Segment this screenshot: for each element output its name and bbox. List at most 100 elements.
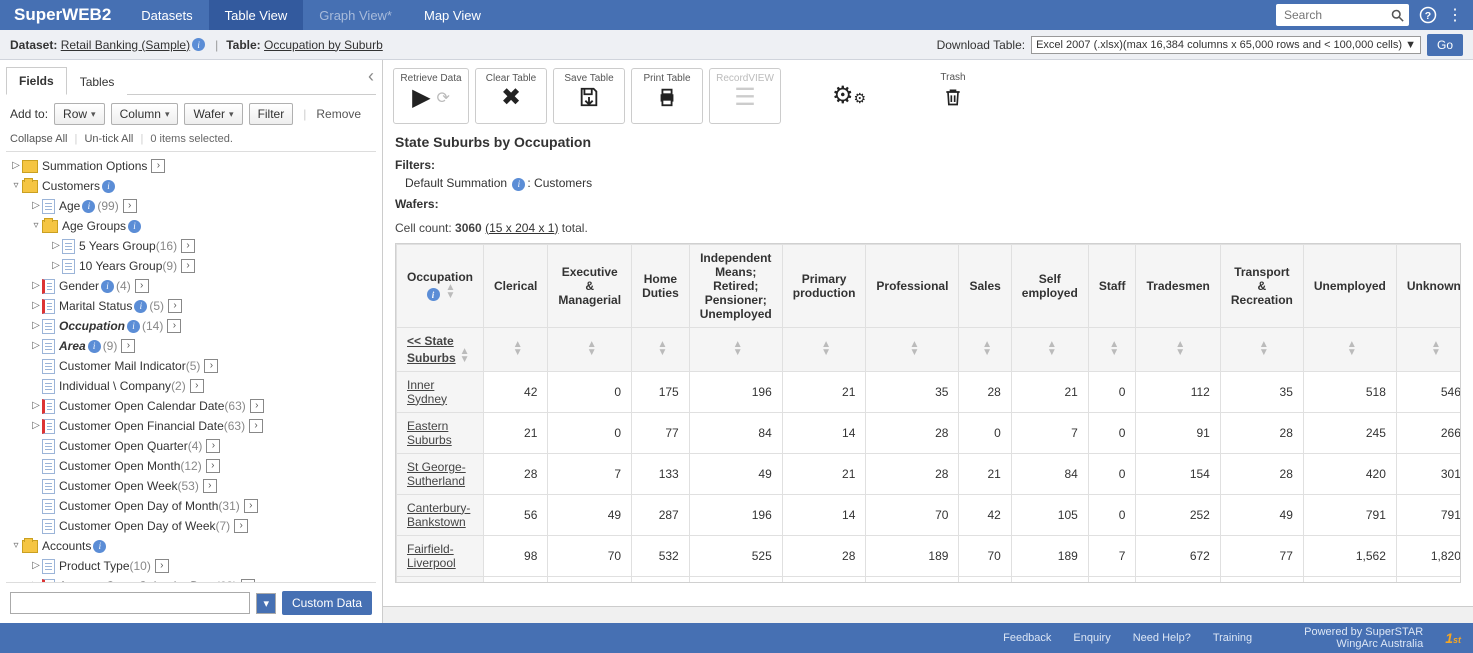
untick-all-link[interactable]: Un-tick All: [84, 133, 133, 145]
go-icon[interactable]: ›: [167, 319, 181, 333]
info-bar: Dataset: Retail Banking (Sample) i | Tab…: [0, 30, 1473, 60]
go-icon[interactable]: ›: [121, 339, 135, 353]
collapse-icon[interactable]: ▿: [10, 177, 22, 195]
dataset-name[interactable]: Retail Banking (Sample): [61, 38, 190, 52]
help-icon[interactable]: ?: [1419, 6, 1437, 24]
search-icon[interactable]: [1390, 8, 1405, 23]
nav-table-view[interactable]: Table View: [209, 0, 304, 30]
go-icon[interactable]: ›: [168, 299, 182, 313]
go-icon[interactable]: ›: [206, 459, 220, 473]
go-icon[interactable]: ›: [181, 259, 195, 273]
expand-icon[interactable]: ▷: [10, 157, 22, 175]
filter-dropdown-icon[interactable]: ▾: [256, 593, 276, 614]
tab-tables[interactable]: Tables: [67, 68, 128, 95]
go-icon[interactable]: ›: [244, 499, 258, 513]
go-icon[interactable]: ›: [250, 399, 264, 413]
top-nav: SuperWEB2 Datasets Table View Graph View…: [0, 0, 1473, 30]
svg-text:?: ?: [1425, 10, 1431, 22]
table-row: Fairfield-Liverpool987053252528189701897…: [397, 535, 1462, 576]
info-icon[interactable]: i: [128, 220, 141, 233]
clear-table-button[interactable]: Clear Table✖: [475, 68, 547, 124]
wafers-label: Wafers:: [395, 197, 1461, 211]
selection-count: 0 items selected.: [150, 133, 233, 145]
print-table-button[interactable]: Print Table: [631, 68, 703, 124]
sort-icon[interactable]: ▲▼: [513, 341, 523, 357]
go-icon[interactable]: ›: [203, 479, 217, 493]
nav-datasets[interactable]: Datasets: [125, 0, 208, 30]
info-icon[interactable]: i: [93, 540, 106, 553]
state-suburbs-header[interactable]: << State Suburbs: [407, 334, 456, 365]
dataset-label: Dataset:: [10, 38, 57, 52]
tree-label[interactable]: Summation Options: [42, 157, 147, 175]
custom-data-button[interactable]: Custom Data: [282, 591, 372, 615]
go-icon[interactable]: ›: [155, 559, 169, 573]
footer-enquiry[interactable]: Enquiry: [1073, 632, 1110, 644]
filter-input[interactable]: [10, 592, 250, 614]
table-row: Inner Sydney4201751962135282101123551854…: [397, 371, 1462, 412]
go-icon[interactable]: ›: [151, 159, 165, 173]
field-icon: [42, 419, 55, 434]
go-icon[interactable]: ›: [206, 439, 220, 453]
row-link[interactable]: Inner Sydney: [407, 378, 447, 406]
download-format-select[interactable]: Excel 2007 (.xlsx)(max 16,384 columns x …: [1031, 36, 1421, 54]
info-icon[interactable]: i: [512, 178, 525, 191]
info-icon[interactable]: i: [101, 280, 114, 293]
horizontal-scrollbar[interactable]: [383, 606, 1473, 623]
sort-icon[interactable]: ▲▼: [460, 348, 470, 364]
row-link[interactable]: Eastern Suburbs: [407, 419, 452, 447]
go-icon[interactable]: ›: [181, 239, 195, 253]
tab-fields[interactable]: Fields: [6, 67, 67, 95]
footer-feedback[interactable]: Feedback: [1003, 632, 1051, 644]
collapse-all-link[interactable]: Collapse All: [10, 133, 67, 145]
field-icon: [42, 499, 55, 514]
settings-button[interactable]: ⚙⚙: [813, 68, 885, 124]
dims-link[interactable]: (15 x 204 x 1): [485, 221, 558, 235]
add-column-button[interactable]: Column▾: [111, 103, 179, 125]
info-icon[interactable]: i: [192, 38, 205, 51]
go-icon[interactable]: ›: [234, 519, 248, 533]
table-row: Eastern Suburbs2107784142807091282452662…: [397, 412, 1462, 453]
info-icon[interactable]: i: [134, 300, 147, 313]
search-input[interactable]: [1280, 6, 1390, 24]
row-link[interactable]: Canterbury-Bankstown: [407, 501, 470, 529]
kebab-menu-icon[interactable]: ⋮: [1447, 5, 1463, 25]
save-table-button[interactable]: Save Table: [553, 68, 625, 124]
info-icon[interactable]: i: [102, 180, 115, 193]
nav-map-view[interactable]: Map View: [408, 0, 497, 30]
info-icon[interactable]: i: [88, 340, 101, 353]
tree-label[interactable]: Customers: [42, 177, 100, 195]
sort-icon[interactable]: ▲▼: [446, 284, 456, 300]
search-box[interactable]: [1276, 4, 1409, 26]
info-icon[interactable]: i: [127, 320, 140, 333]
add-row-button[interactable]: Row▾: [54, 103, 105, 125]
go-button[interactable]: Go: [1427, 34, 1463, 56]
collapse-panel-icon[interactable]: ‹: [368, 66, 374, 87]
info-icon[interactable]: i: [82, 200, 95, 213]
table-row: Outer South Western Sydney49141962382884…: [397, 576, 1462, 583]
row-link[interactable]: St George-Sutherland: [407, 460, 466, 488]
download-label: Download Table:: [937, 38, 1026, 52]
table-name[interactable]: Occupation by Suburb: [264, 38, 383, 52]
go-icon[interactable]: ›: [135, 279, 149, 293]
go-icon[interactable]: ›: [204, 359, 218, 373]
row-link[interactable]: Fairfield-Liverpool: [407, 542, 456, 570]
retrieve-data-button[interactable]: Retrieve Data▶⟳: [393, 68, 469, 124]
record-view-button: RecordVIEW☰: [709, 68, 781, 124]
nav-graph-view: Graph View*: [303, 0, 408, 30]
field-icon: [42, 199, 55, 214]
info-icon[interactable]: i: [427, 288, 440, 301]
go-icon[interactable]: ›: [123, 199, 137, 213]
trash-button[interactable]: Trash: [917, 68, 989, 124]
add-wafer-button[interactable]: Wafer▾: [184, 103, 242, 125]
add-filter-button[interactable]: Filter: [249, 103, 294, 125]
add-to-label: Add to:: [10, 107, 48, 121]
field-icon: [42, 439, 55, 454]
footer-training[interactable]: Training: [1213, 632, 1252, 644]
remove-link[interactable]: Remove: [316, 107, 361, 121]
field-icon: [62, 259, 75, 274]
field-icon: [42, 339, 55, 354]
go-icon[interactable]: ›: [190, 379, 204, 393]
table-label: Table:: [226, 38, 260, 52]
footer-need-help[interactable]: Need Help?: [1133, 632, 1191, 644]
go-icon[interactable]: ›: [249, 419, 263, 433]
